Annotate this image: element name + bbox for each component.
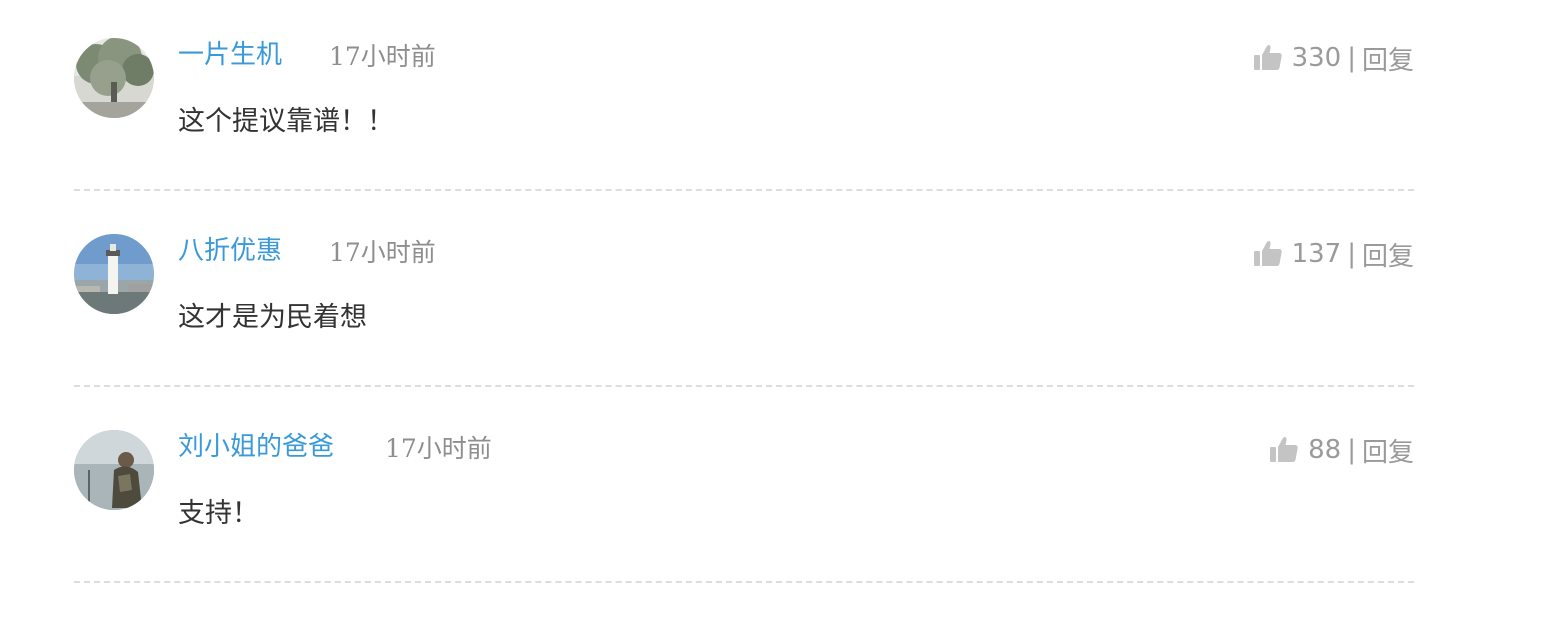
reply-button[interactable]: 回复 xyxy=(1362,40,1414,77)
meta-separator: | xyxy=(1347,435,1356,465)
comment-item: 八折优惠 17小时前 137 | 回复 这才是为民着想 xyxy=(74,196,1414,392)
lighthouse-photo-avatar-icon xyxy=(74,234,154,314)
username-link[interactable]: 刘小姐的爸爸 xyxy=(178,430,334,464)
comment-actions: 137 | 回复 xyxy=(1252,234,1414,274)
reply-button[interactable]: 回复 xyxy=(1362,432,1414,469)
username-link[interactable]: 八折优惠 xyxy=(178,234,282,268)
comment-timestamp: 17小时前 xyxy=(329,238,436,267)
comment-timestamp: 17小时前 xyxy=(329,42,436,71)
comment-divider xyxy=(74,581,1414,583)
meta-separator: | xyxy=(1347,239,1356,269)
comment-text: 这个提议靠谱！！ xyxy=(178,106,394,137)
avatar[interactable] xyxy=(74,430,154,510)
comment-list: 一片生机 17小时前 330 | 回复 这个提议靠谱！！ 八折优惠 17小时前 … xyxy=(74,0,1414,588)
reply-button[interactable]: 回复 xyxy=(1362,236,1414,273)
person-lake-photo-avatar-icon xyxy=(74,430,154,510)
comment-divider xyxy=(74,385,1414,387)
meta-separator: | xyxy=(1347,43,1356,73)
comment-divider xyxy=(74,189,1414,191)
comment-item: 刘小姐的爸爸 17小时前 88 | 回复 支持！ xyxy=(74,392,1414,588)
thumbs-up-icon[interactable] xyxy=(1268,434,1300,466)
avatar[interactable] xyxy=(74,38,154,118)
like-count: 88 xyxy=(1308,435,1342,465)
thumbs-up-icon[interactable] xyxy=(1252,42,1284,74)
comment-item: 一片生机 17小时前 330 | 回复 这个提议靠谱！！ xyxy=(74,0,1414,196)
thumbs-up-icon[interactable] xyxy=(1252,238,1284,270)
like-count: 137 xyxy=(1291,239,1342,269)
comment-text: 这才是为民着想 xyxy=(178,302,367,333)
avatar[interactable] xyxy=(74,234,154,314)
comment-text: 支持！ xyxy=(178,498,259,529)
tree-photo-avatar-icon xyxy=(74,38,154,118)
comment-timestamp: 17小时前 xyxy=(385,434,492,463)
username-link[interactable]: 一片生机 xyxy=(178,38,282,72)
comment-actions: 330 | 回复 xyxy=(1252,38,1414,78)
comment-actions: 88 | 回复 xyxy=(1268,430,1414,470)
like-count: 330 xyxy=(1291,43,1342,73)
